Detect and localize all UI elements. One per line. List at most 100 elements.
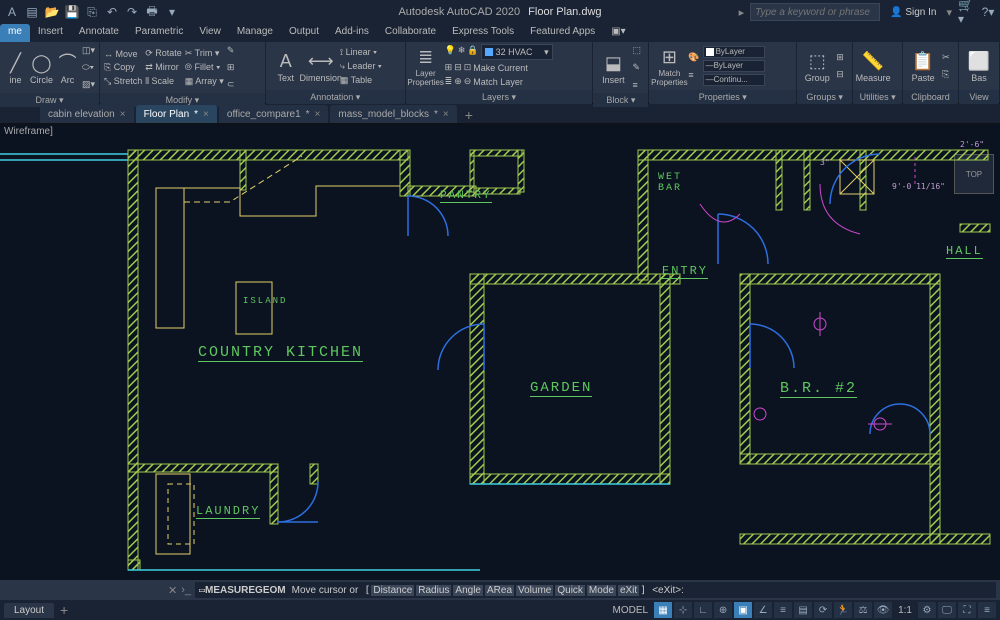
tab-home[interactable]: me bbox=[0, 24, 30, 42]
layer-properties-button[interactable]: ≣Layer Properties bbox=[410, 44, 442, 88]
sign-in-button[interactable]: Sign In bbox=[886, 7, 940, 18]
copy-button[interactable]: ⎘ Copy bbox=[104, 61, 142, 74]
props-list-icon[interactable]: ≡ bbox=[688, 68, 699, 81]
close-icon[interactable]: × bbox=[120, 109, 126, 120]
draw-opt2-icon[interactable]: ⬭▾ bbox=[82, 61, 95, 74]
osnap-toggle-icon[interactable]: ▣ bbox=[734, 602, 752, 618]
clean-screen-icon[interactable]: ⛶ bbox=[958, 602, 976, 618]
tab-insert[interactable]: Insert bbox=[30, 24, 71, 42]
block-attr-icon[interactable]: ≡ bbox=[632, 78, 641, 91]
tab-addins[interactable]: Add-ins bbox=[327, 24, 377, 42]
otrack-toggle-icon[interactable]: ∠ bbox=[754, 602, 772, 618]
arc-button[interactable]: ⌒Arc bbox=[56, 46, 79, 90]
ortho-toggle-icon[interactable]: ∟ bbox=[694, 602, 712, 618]
line-button[interactable]: ╱ine bbox=[4, 46, 27, 90]
new-icon[interactable]: ▤ bbox=[24, 4, 40, 20]
lweight-toggle-icon[interactable]: ≡ bbox=[774, 602, 792, 618]
anno-toggle-icon[interactable]: 🏃 bbox=[834, 602, 852, 618]
color-swap-icon[interactable]: 🎨 bbox=[688, 51, 699, 64]
tab-featured[interactable]: Featured Apps bbox=[522, 24, 603, 42]
modify-opt3-icon[interactable]: ⊂ bbox=[227, 78, 235, 91]
anno-scale-icon[interactable]: 👁 bbox=[874, 602, 892, 618]
mirror-button[interactable]: ⇄ Mirror bbox=[145, 61, 182, 74]
tab-annotate[interactable]: Annotate bbox=[71, 24, 127, 42]
annotation-scale[interactable]: 1:1 bbox=[894, 605, 916, 616]
snap-toggle-icon[interactable]: ⊹ bbox=[674, 602, 692, 618]
panel-label-clipboard[interactable]: Clipboard bbox=[903, 90, 958, 104]
add-layout-button[interactable]: + bbox=[54, 602, 74, 618]
app-menu-icon[interactable]: A bbox=[4, 4, 20, 20]
workspace-icon[interactable]: ⚙ bbox=[918, 602, 936, 618]
modify-opt-icon[interactable]: ✎ bbox=[227, 44, 235, 57]
tab-parametric[interactable]: Parametric bbox=[127, 24, 191, 42]
cmd-chevron-icon[interactable]: ›_ bbox=[181, 584, 191, 596]
doctab-floorplan[interactable]: Floor Plan*× bbox=[136, 105, 217, 123]
layer-uniso-icon[interactable]: ⊟ bbox=[454, 61, 462, 74]
new-tab-button[interactable]: + bbox=[459, 107, 479, 123]
create-block-icon[interactable]: ⬚ bbox=[632, 44, 641, 57]
trim-button[interactable]: ✂ Trim ▾ bbox=[185, 47, 224, 60]
panel-label-utilities[interactable]: Utilities ▾ bbox=[853, 90, 902, 104]
cart-icon[interactable]: 🛒▾ bbox=[958, 4, 974, 20]
match-properties-button[interactable]: ⊞Match Properties bbox=[653, 44, 685, 88]
copy-clip-icon[interactable]: ⎘ bbox=[942, 68, 950, 81]
layer-iso-icon[interactable]: ⊞ bbox=[445, 61, 453, 74]
leader-button[interactable]: ⤷ Leader ▾ bbox=[340, 60, 382, 73]
panel-label-view[interactable]: View bbox=[959, 90, 999, 104]
cmd-close-icon[interactable]: ✕ bbox=[168, 584, 177, 597]
doctab-cabin[interactable]: cabin elevation× bbox=[40, 105, 134, 123]
scale-button[interactable]: ⫴ Scale bbox=[145, 75, 182, 88]
customization-icon[interactable]: ≡ bbox=[978, 602, 996, 618]
measure-button[interactable]: 📏Measure bbox=[857, 44, 889, 88]
layer-dropdown[interactable]: 32 HVAC▾ bbox=[481, 44, 553, 60]
panel-label-properties[interactable]: Properties ▾ bbox=[649, 90, 796, 104]
insert-block-button[interactable]: ⬓Insert bbox=[597, 46, 629, 90]
layout-tab[interactable]: Layout bbox=[4, 603, 54, 618]
drawing-viewport[interactable]: Wireframe] TOP bbox=[0, 124, 1000, 580]
layer-lock-icon[interactable]: 🔒 bbox=[467, 44, 478, 57]
move-button[interactable]: ↔ Move bbox=[104, 47, 142, 60]
save-icon[interactable]: 💾 bbox=[64, 4, 80, 20]
tab-view[interactable]: View bbox=[191, 24, 229, 42]
layer-merge-icon[interactable]: ⊕ bbox=[454, 75, 462, 88]
modify-opt2-icon[interactable]: ⊞ bbox=[227, 61, 235, 74]
group-button[interactable]: ⬚Group bbox=[801, 44, 833, 88]
linetype-dropdown[interactable]: — ByLayer bbox=[703, 60, 765, 72]
tab-express[interactable]: Express Tools bbox=[444, 24, 522, 42]
transp-toggle-icon[interactable]: ▤ bbox=[794, 602, 812, 618]
help-search-input[interactable] bbox=[750, 3, 880, 21]
text-button[interactable]: AText bbox=[270, 44, 302, 88]
tab-output[interactable]: Output bbox=[281, 24, 327, 42]
tab-manage[interactable]: Manage bbox=[229, 24, 281, 42]
cut-icon[interactable]: ✂ bbox=[942, 51, 950, 64]
color-dropdown[interactable]: ByLayer bbox=[703, 46, 765, 58]
help-icon[interactable]: ?▾ bbox=[980, 4, 996, 20]
close-icon[interactable]: × bbox=[315, 109, 321, 120]
ungroup-icon[interactable]: ⊞ bbox=[836, 51, 844, 64]
match-layer-button[interactable]: Match Layer bbox=[473, 75, 523, 88]
close-icon[interactable]: × bbox=[443, 109, 449, 120]
dimension-button[interactable]: ⟷Dimension bbox=[305, 44, 337, 88]
grid-toggle-icon[interactable]: ▦ bbox=[654, 602, 672, 618]
doctab-mass[interactable]: mass_model_blocks*× bbox=[330, 105, 456, 123]
saveas-icon[interactable]: ⎘ bbox=[84, 4, 100, 20]
layer-freeze-icon[interactable]: ❄ bbox=[458, 44, 466, 57]
panel-label-block[interactable]: Block ▾ bbox=[593, 93, 648, 107]
make-current-button[interactable]: Make Current bbox=[473, 61, 528, 74]
layer-del-icon[interactable]: ⊖ bbox=[464, 75, 472, 88]
monitor-icon[interactable]: 🖵 bbox=[938, 602, 956, 618]
linear-button[interactable]: ⟟ Linear ▾ bbox=[340, 46, 382, 59]
layer-walk-icon[interactable]: ≣ bbox=[445, 75, 453, 88]
model-space-toggle[interactable]: MODEL bbox=[609, 605, 653, 616]
tab-collaborate[interactable]: Collaborate bbox=[377, 24, 444, 42]
draw-opt3-icon[interactable]: ▨▾ bbox=[82, 78, 95, 91]
qat-dropdown-icon[interactable]: ▾ bbox=[164, 4, 180, 20]
panel-label-layers[interactable]: Layers ▾ bbox=[406, 90, 593, 104]
table-button[interactable]: ▦ Table bbox=[340, 74, 382, 87]
edit-block-icon[interactable]: ✎ bbox=[632, 61, 641, 74]
polar-toggle-icon[interactable]: ⊕ bbox=[714, 602, 732, 618]
open-icon[interactable]: 📂 bbox=[44, 4, 60, 20]
tab-overflow-icon[interactable]: ▣▾ bbox=[603, 24, 633, 42]
array-button[interactable]: ▦ Array ▾ bbox=[185, 75, 224, 88]
print-icon[interactable]: 🖶 bbox=[144, 4, 160, 20]
